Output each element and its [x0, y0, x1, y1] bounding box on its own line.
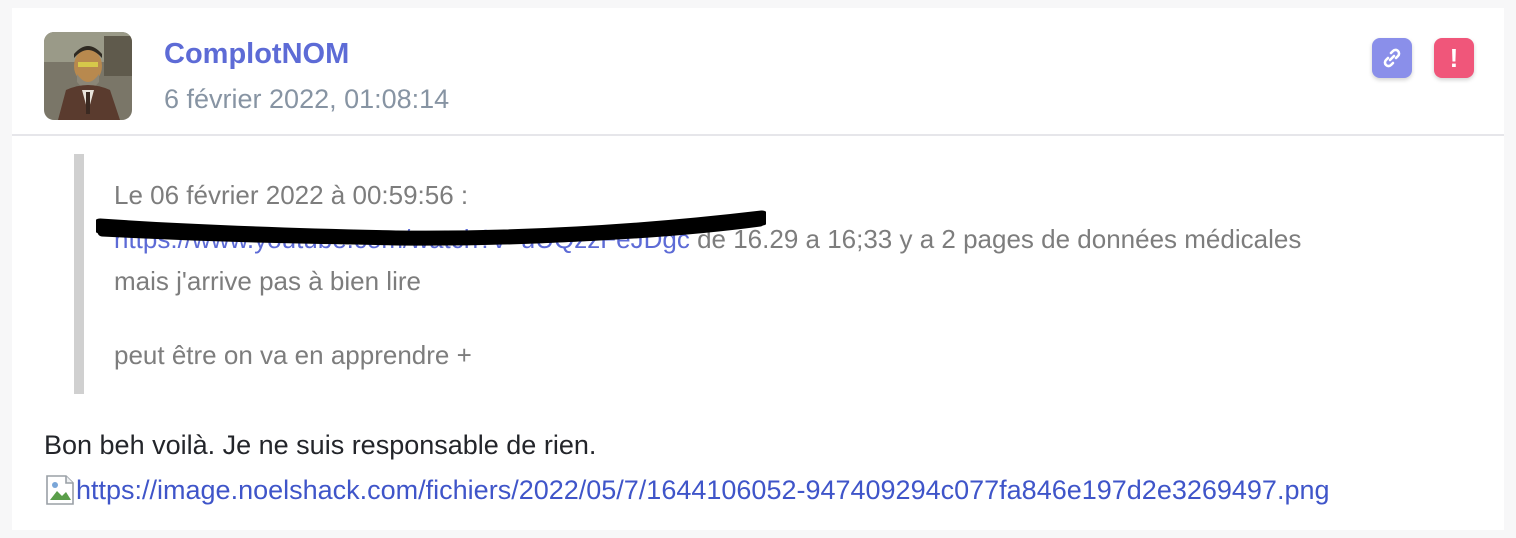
quote-line-1-text: de 16.29 a 16;33 y a 2 pages de données … [689, 224, 1302, 254]
post-body-text: Bon beh voilà. Je ne suis responsable de… [44, 430, 597, 460]
quote-header: Le 06 février 2022 à 00:59:56 : [114, 180, 469, 210]
exclamation-icon: ! [1449, 43, 1459, 73]
quote-youtube-link[interactable]: https://www.youtube.com/watch?v=uUQzzFeJ… [114, 224, 690, 254]
link-icon [1383, 48, 1401, 68]
permalink-button[interactable] [1372, 38, 1412, 78]
post-header: ComplotNOM 6 février 2022, 01:08:14 ! [12, 8, 1504, 136]
avatar[interactable] [44, 32, 132, 120]
quote-line-2: mais j'arrive pas à bien lire [114, 266, 421, 296]
report-button[interactable]: ! [1434, 38, 1474, 78]
post-timestamp: 6 février 2022, 01:08:14 [164, 84, 450, 114]
quote-line-1: https://www.youtube.com/watch?v=uUQzzFeJ… [114, 224, 1301, 255]
broken-image-icon [46, 475, 74, 505]
author-name-link[interactable]: ComplotNOM [164, 38, 349, 71]
quote-line-3: peut être on va en apprendre + [114, 340, 472, 370]
image-url-link[interactable]: https://image.noelshack.com/fichiers/202… [76, 475, 1330, 506]
quote-block: Le 06 février 2022 à 00:59:56 : https://… [74, 154, 1454, 394]
forum-post: ComplotNOM 6 février 2022, 01:08:14 ! Le… [12, 8, 1504, 530]
image-embed[interactable]: https://image.noelshack.com/fichiers/202… [44, 472, 1330, 508]
